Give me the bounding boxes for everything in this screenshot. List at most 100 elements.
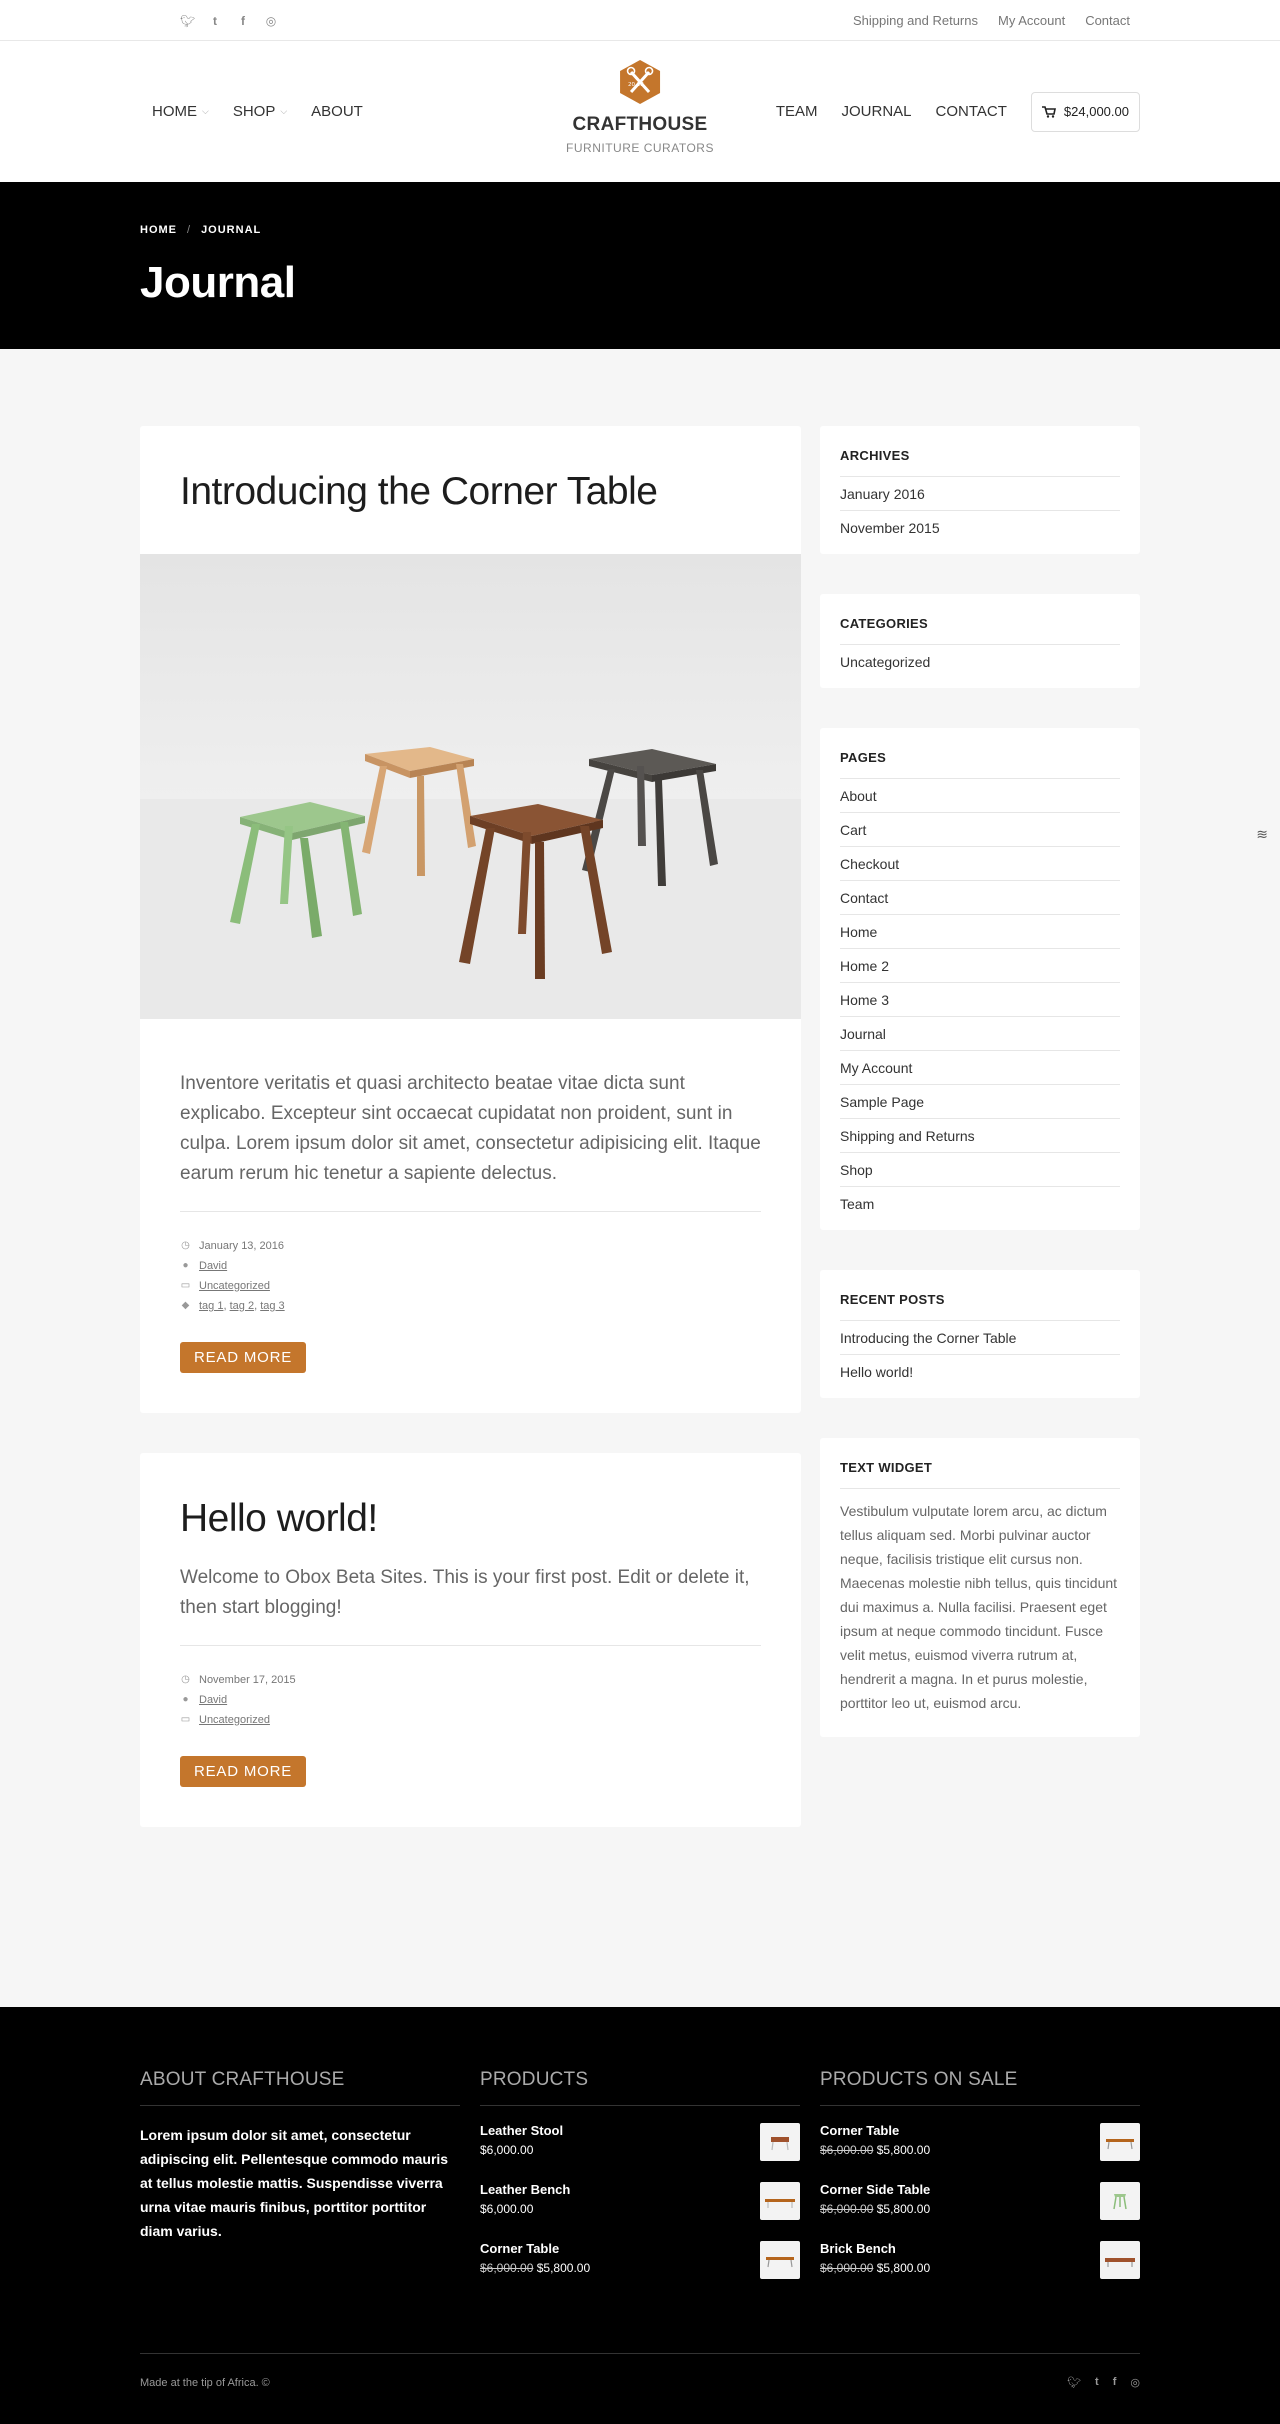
folder-icon: ▭ xyxy=(180,1280,191,1291)
cart-total: $24,000.00 xyxy=(1063,104,1129,119)
text-widget-body: Vestibulum vulputate lorem arcu, ac dict… xyxy=(840,1503,1118,1711)
nav-home[interactable]: HOME ⌵ xyxy=(152,103,209,120)
archive-link[interactable]: November 2015 xyxy=(840,520,940,536)
archives-widget: ARCHIVES January 2016 November 2015 xyxy=(820,426,1140,554)
widget-title: CATEGORIES xyxy=(840,616,1120,645)
apple-icon[interactable] xyxy=(152,14,166,28)
product-item[interactable]: Leather Bench $6,000.00 xyxy=(480,2182,800,2241)
page-link-journal[interactable]: Journal xyxy=(840,1026,886,1042)
product-item[interactable]: Corner Table $6,000.00 $5,800.00 xyxy=(820,2123,1140,2182)
recent-post-link[interactable]: Introducing the Corner Table xyxy=(840,1330,1016,1346)
site-header: HOME ⌵ SHOP ⌵ ABOUT 20 18 CRAFTHOUSE FURNI… xyxy=(0,41,1280,182)
footer-heading: PRODUCTS ON SALE xyxy=(820,2069,1140,2106)
product-price: $6,000.00 $5,800.00 xyxy=(820,2261,931,2275)
breadcrumb-home[interactable]: HOME xyxy=(140,224,177,236)
post-featured-image[interactable] xyxy=(140,554,801,1019)
layers-icon[interactable]: ≋ xyxy=(1256,826,1268,843)
read-more-button[interactable]: READ MORE xyxy=(180,1342,307,1373)
page-link-home-3[interactable]: Home 3 xyxy=(840,992,889,1008)
product-item[interactable]: Brick Bench $6,000.00 $5,800.00 xyxy=(820,2241,1140,2300)
page-link-shipping[interactable]: Shipping and Returns xyxy=(840,1128,975,1144)
read-more-button[interactable]: READ MORE xyxy=(180,1756,307,1787)
post-category-link[interactable]: Uncategorized xyxy=(199,1276,270,1296)
product-name: Brick Bench xyxy=(820,2241,896,2256)
top-link-contact[interactable]: Contact xyxy=(1085,13,1130,28)
nav-contact[interactable]: CONTACT xyxy=(936,103,1007,120)
post-list: Introducing the Corner Table Inventore v… xyxy=(140,426,801,1867)
page-link-team[interactable]: Team xyxy=(840,1196,874,1212)
footer-about-text: Lorem ipsum dolor sit amet, consectetur … xyxy=(140,2127,449,2239)
cart-button[interactable]: $24,000.00 xyxy=(1030,91,1140,132)
post-date: January 13, 2016 xyxy=(199,1240,285,1252)
page-link-shop[interactable]: Shop xyxy=(840,1162,873,1178)
social-links: 🐦︎ t f ◎ xyxy=(140,14,278,28)
page-link-sample-page[interactable]: Sample Page xyxy=(840,1094,924,1110)
tumblr-icon[interactable]: t xyxy=(1095,2376,1099,2389)
recent-post-link[interactable]: Hello world! xyxy=(840,1364,913,1380)
product-thumbnail[interactable] xyxy=(1100,2123,1140,2161)
post-card: Introducing the Corner Table Inventore v… xyxy=(140,426,801,1413)
category-link[interactable]: Uncategorized xyxy=(840,654,930,670)
product-thumbnail[interactable] xyxy=(760,2123,800,2161)
post-author-link[interactable]: David xyxy=(199,1690,227,1710)
page-link-home[interactable]: Home xyxy=(840,924,877,940)
site-logo[interactable]: 20 18 CRAFTHOUSE FURNITURE CURATORS xyxy=(566,59,714,155)
nav-team[interactable]: TEAM xyxy=(776,103,818,120)
post-date: November 17, 2015 xyxy=(199,1674,296,1686)
divider xyxy=(180,1645,761,1646)
user-icon: ● xyxy=(182,1694,189,1705)
product-item[interactable]: Corner Side Table $6,000.00 $5,800.00 xyxy=(820,2182,1140,2241)
clock-icon: ◷ xyxy=(181,1240,190,1251)
post-title[interactable]: Introducing the Corner Table xyxy=(180,470,658,513)
content-area: Introducing the Corner Table Inventore v… xyxy=(0,349,1280,2007)
product-item[interactable]: Corner Table $6,000.00 $5,800.00 xyxy=(480,2241,800,2300)
twitter-icon[interactable]: 🐦︎ xyxy=(1067,2376,1081,2389)
nav-journal[interactable]: JOURNAL xyxy=(842,103,912,120)
pages-widget: PAGES About Cart Checkout Contact Home H… xyxy=(820,728,1140,1230)
crafthouse-badge-icon: 20 18 xyxy=(619,60,660,104)
cart-icon xyxy=(1041,105,1056,118)
product-thumbnail[interactable] xyxy=(1100,2241,1140,2279)
product-price: $6,000.00 xyxy=(480,2143,534,2157)
facebook-icon[interactable]: f xyxy=(1113,2376,1117,2389)
page-link-contact[interactable]: Contact xyxy=(840,890,888,906)
product-thumbnail[interactable] xyxy=(760,2241,800,2279)
dribbble-icon[interactable]: ◎ xyxy=(1130,2376,1140,2389)
post-tag-link[interactable]: tag 3 xyxy=(260,1300,284,1312)
product-thumbnail[interactable] xyxy=(1100,2182,1140,2220)
post-category-link[interactable]: Uncategorized xyxy=(199,1710,270,1730)
recent-posts-widget: RECENT POSTS Introducing the Corner Tabl… xyxy=(820,1270,1140,1398)
product-item[interactable]: Leather Stool $6,000.00 xyxy=(480,2123,800,2182)
copyright: Made at the tip of Africa. © xyxy=(140,2376,270,2389)
tumblr-icon[interactable]: t xyxy=(208,14,222,28)
nav-shop[interactable]: SHOP ⌵ xyxy=(233,103,287,120)
breadcrumb-separator: / xyxy=(187,224,192,236)
product-price: $6,000.00 $5,800.00 xyxy=(480,2261,591,2275)
nav-about[interactable]: ABOUT xyxy=(311,103,363,120)
text-widget: TEXT WIDGET Vestibulum vulputate lorem a… xyxy=(820,1438,1140,1737)
product-thumbnail[interactable] xyxy=(760,2182,800,2220)
archive-link[interactable]: January 2016 xyxy=(840,486,925,502)
page-hero: HOME / JOURNAL Journal xyxy=(0,182,1280,349)
widget-title: PAGES xyxy=(840,750,1120,779)
post-card: Hello world! Welcome to Obox Beta Sites.… xyxy=(140,1453,801,1827)
widget-title: ARCHIVES xyxy=(840,448,1120,477)
post-author-link[interactable]: David xyxy=(199,1256,227,1276)
page-link-home-2[interactable]: Home 2 xyxy=(840,958,889,974)
top-bar: 🐦︎ t f ◎ Shipping and Returns My Account… xyxy=(0,0,1280,41)
page-link-checkout[interactable]: Checkout xyxy=(840,856,899,872)
top-link-shipping[interactable]: Shipping and Returns xyxy=(853,13,978,28)
top-link-my-account[interactable]: My Account xyxy=(998,13,1065,28)
footer-social-links: 🐦︎ t f ◎ xyxy=(1053,2376,1140,2389)
post-tag-link[interactable]: tag 1 xyxy=(199,1300,223,1312)
page-link-cart[interactable]: Cart xyxy=(840,822,866,838)
user-icon: ● xyxy=(182,1260,189,1271)
page-link-my-account[interactable]: My Account xyxy=(840,1060,912,1076)
twitter-icon[interactable]: 🐦︎ xyxy=(180,14,195,28)
post-title[interactable]: Hello world! xyxy=(180,1497,378,1540)
dribbble-icon[interactable]: ◎ xyxy=(264,14,278,28)
categories-widget: CATEGORIES Uncategorized xyxy=(820,594,1140,688)
page-link-about[interactable]: About xyxy=(840,788,877,804)
post-tag-link[interactable]: tag 2 xyxy=(230,1300,254,1312)
facebook-icon[interactable]: f xyxy=(236,14,250,28)
